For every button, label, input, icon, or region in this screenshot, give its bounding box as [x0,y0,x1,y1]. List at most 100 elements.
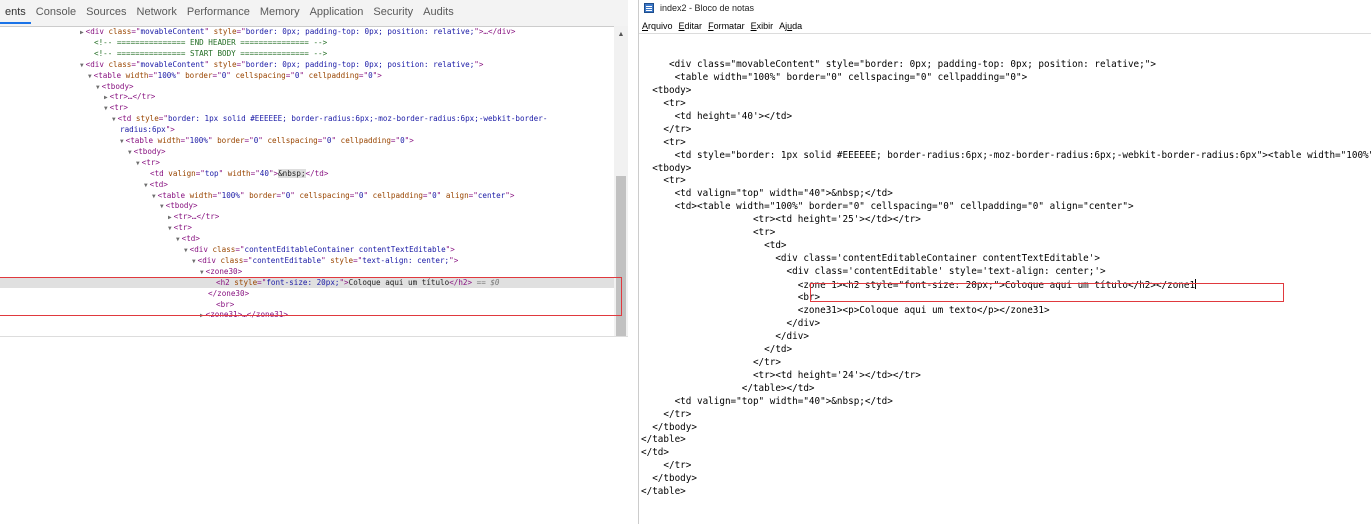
code-token: " [299,70,309,80]
code-token: 100% [157,70,176,80]
code-token: <div [197,255,221,265]
code-token: <table [157,190,190,200]
expanded-arrow-icon[interactable]: ▼ [136,160,140,167]
expanded-arrow-icon[interactable]: ▼ [120,138,124,145]
dom-node-line[interactable]: </zone30> [0,289,249,299]
dom-node-line[interactable]: ▼ <tr> [0,103,128,113]
expanded-arrow-icon[interactable]: ▼ [88,73,92,80]
dom-node-line[interactable]: ▼ <td> [0,180,168,190]
code-token: border: 0px; padding-top: 0px; position:… [245,59,475,69]
dom-node-line[interactable]: ▼ <tbody> [0,147,166,157]
dom-node-line[interactable]: ▼ <tr> [0,223,192,233]
devtools-tab-memory[interactable]: Memory [255,0,305,24]
editor-line: <tbody> [641,162,692,174]
editor-line: </tr> [641,408,692,420]
dom-node-line[interactable]: <br> [0,300,234,310]
editor-line: </td> [641,343,793,355]
collapsed-arrow-icon[interactable]: ▶ [104,94,108,101]
dom-node-line[interactable]: radius:6px"> [0,125,175,135]
dom-node-line[interactable]: ▶ <tr>…</tr> [0,212,219,222]
expanded-arrow-icon[interactable]: ▼ [160,203,164,210]
code-token: <td> [149,179,168,189]
code-token: =" [148,70,158,80]
code-token: <div [85,27,109,36]
expanded-arrow-icon[interactable]: ▼ [168,225,172,232]
code-token: border: 1px solid #EEEEEE; border-radius… [167,114,548,124]
code-token: <table [93,70,126,80]
scrollbar-thumb[interactable] [616,176,626,336]
editor-line: <tr> [641,136,686,148]
devtools-tab-security[interactable]: Security [368,0,418,24]
collapsed-arrow-icon[interactable]: ▶ [80,29,84,36]
devtools-tab-ents[interactable]: ents [0,0,31,24]
scroll-up-arrow-icon[interactable]: ▲ [616,30,626,40]
devtools-tab-console[interactable]: Console [31,0,81,24]
editor-line: </tr> [641,356,781,368]
devtools-tab-audits[interactable]: Audits [418,0,459,24]
devtools-tab-application[interactable]: Application [305,0,369,24]
code-token: <td [150,168,169,178]
dom-node-line[interactable]: ▼ <tr> [0,158,160,168]
dom-node-line[interactable]: ▼ <zone30> [0,267,242,277]
dom-node-line[interactable]: ▼ <tbody> [0,201,198,211]
expanded-arrow-icon[interactable]: ▼ [144,182,148,189]
collapsed-arrow-icon[interactable]: ▶ [200,312,204,319]
dom-node-line[interactable]: ▼ <table width="100%" border="0" cellspac… [0,71,382,81]
dom-node-line[interactable]: <!-- =============== START BODY ========… [0,49,327,59]
expanded-arrow-icon[interactable]: ▼ [200,269,204,276]
code-token: movableContent [140,59,205,69]
elements-scrollbar[interactable]: ▲ [614,26,628,336]
dom-node-line[interactable]: ▼ <td style="border: 1px solid #EEEEEE; b… [0,114,547,124]
dom-node-line[interactable]: ▼ <tbody> [0,82,134,92]
expanded-arrow-icon[interactable]: ▼ [128,149,132,156]
code-token: </zone30> [208,288,250,298]
code-token: <td> [181,234,200,244]
expanded-arrow-icon[interactable]: ▼ [104,105,108,112]
code-token: class [212,245,236,254]
dom-node-line[interactable]: <td valign="top" width="40">&nbsp;</td> [0,168,328,179]
code-token: "> [268,168,279,178]
expanded-arrow-icon[interactable]: ▼ [192,258,196,265]
dom-node-line[interactable]: ▼ <td> [0,234,200,244]
dom-node-line[interactable]: ▼ <div class="movableContent" style="bord… [0,60,483,70]
dom-node-line[interactable]: ▶ <div class="movableContent" style="bord… [0,27,515,37]
code-token: "> [372,70,382,80]
dom-node-line[interactable]: ▼ <table width="100%" border="0" cellspac… [0,136,414,146]
code-token: " [204,59,214,69]
dom-node-line[interactable]: <!-- =============== END HEADER ========… [0,38,327,48]
window-title: index2 - Bloco de notas [660,3,755,13]
editor-line: <tr><td height='25'></td></tr> [641,214,921,226]
editor-line: </tbody> [641,421,697,433]
collapsed-arrow-icon[interactable]: ▶ [168,214,172,221]
dom-node-line[interactable]: ▼ <table width="100%" border="0" cellspac… [0,191,514,201]
devtools-tab-performance[interactable]: Performance [182,0,255,24]
notepad-window: index2 - Bloco de notas Arquivo Editar For… [638,0,1371,524]
code-token: style [213,27,237,36]
code-token: " [363,190,373,200]
expanded-arrow-icon[interactable]: ▼ [112,116,116,123]
dom-node-line[interactable]: ▼ <div class="contentEditable" style="tex… [0,256,458,266]
expanded-arrow-icon[interactable]: ▼ [176,236,180,243]
devtools-tab-network[interactable]: Network [132,0,182,24]
code-token: cellspacing [235,70,286,80]
selected-dom-node[interactable]: <h2 style="font-size: 20px;">Coloque aqu… [0,277,614,288]
expanded-arrow-icon[interactable]: ▼ [80,62,84,69]
editor-line: <tr><td height='24'></td></tr> [641,369,921,381]
dom-node-line[interactable]: ▼ <div class="contentEditableContainer co… [0,245,455,255]
code-token: radius:6px [120,125,166,135]
dom-node-line[interactable]: ▶ <zone31>…</zone31> [0,310,288,320]
devtools-tab-sources[interactable]: Sources [81,0,131,24]
code-token: " [204,27,214,36]
code-token: contentEditable [252,255,322,265]
code-token: style [213,59,237,69]
expanded-arrow-icon[interactable]: ▼ [152,193,156,200]
code-token: <tbody> [165,201,198,211]
expanded-arrow-icon[interactable]: ▼ [96,84,100,91]
text-editor[interactable]: <div class="movableContent" style="borde… [639,33,1371,524]
expanded-arrow-icon[interactable]: ▼ [184,247,188,254]
code-token: " [218,168,228,178]
dom-node-line[interactable]: ▶ <tr>…</tr> [0,92,155,102]
code-token: <tr>…</tr> [173,212,220,222]
code-token: ">…</div> [474,27,516,36]
code-token: "> [404,136,414,145]
